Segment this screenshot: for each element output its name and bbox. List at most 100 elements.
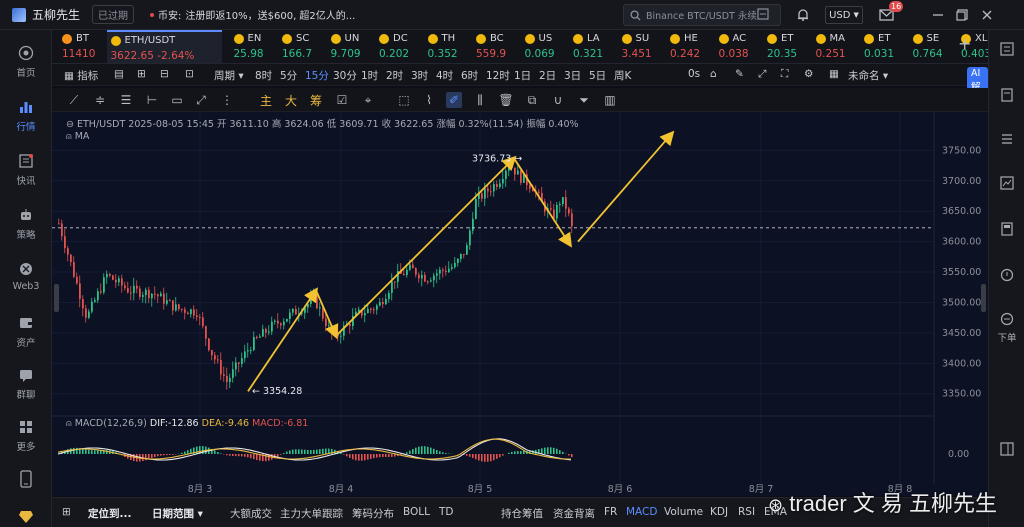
link-icon[interactable]: ⧉: [524, 92, 540, 108]
edit-icon[interactable]: ✎: [735, 68, 744, 80]
bottom-item[interactable]: 资金背离: [553, 506, 595, 521]
right-panel-handle[interactable]: [981, 284, 986, 312]
timeframe-15分[interactable]: 15分: [305, 68, 329, 83]
trend-line-icon[interactable]: ⟋: [66, 92, 82, 108]
ma-legend[interactable]: ⍝ MA: [66, 131, 89, 142]
gem-button[interactable]: [0, 508, 52, 527]
ray-icon[interactable]: ⤢: [193, 92, 209, 108]
news-ticker[interactable]: 币安: 注册即返10%，送$600, 超2亿人的...: [150, 7, 355, 22]
quote-item[interactable]: HE 0.242: [670, 30, 714, 63]
phone-button[interactable]: [0, 470, 52, 491]
indicator-button[interactable]: ▦ 指标: [64, 68, 98, 83]
quote-item[interactable]: EN 25.98: [233, 30, 278, 63]
nav-news[interactable]: 快讯: [0, 152, 52, 187]
ruler-icon[interactable]: ⌇: [421, 92, 437, 108]
quote-item[interactable]: SE 0.764: [912, 30, 957, 63]
magnet-icon[interactable]: ∪: [550, 92, 566, 108]
check-icon[interactable]: ☑: [334, 92, 350, 108]
quote-item[interactable]: ET 20.35: [767, 30, 811, 63]
more-tools-icon[interactable]: ⋮: [219, 92, 235, 108]
timeframe-3日[interactable]: 3日: [564, 68, 581, 83]
quote-item[interactable]: UN 9.709: [330, 30, 375, 63]
quote-item[interactable]: DC 0.202: [379, 30, 423, 63]
timeframe-30分[interactable]: 30分: [333, 68, 357, 83]
maximize-icon[interactable]: [953, 6, 971, 24]
timeframe-8时[interactable]: 8时: [255, 68, 272, 83]
quote-item[interactable]: MA 0.251: [815, 30, 860, 63]
chart-area[interactable]: 3750.00 3700.00 3650.00 3600.00 3550.00 3500.…: [52, 112, 988, 496]
filter-icon[interactable]: ⏷: [576, 92, 592, 108]
price-chart[interactable]: 3750.00 3700.00 3650.00 3600.00 3550.00 3500.…: [52, 112, 988, 496]
quote-item[interactable]: SC 166.7: [282, 30, 326, 63]
bottom-item[interactable]: RSI: [738, 506, 755, 518]
bottom-item[interactable]: BOLL: [403, 506, 430, 518]
bottom-item[interactable]: 主力大单跟踪: [280, 506, 343, 521]
expired-badge[interactable]: 已过期: [92, 5, 135, 24]
bottom-item[interactable]: KDJ: [710, 506, 728, 518]
expand-icon[interactable]: ⤢: [758, 68, 766, 81]
layout-grid-icon[interactable]: ▦: [829, 68, 839, 80]
big-order-button[interactable]: 大: [283, 92, 299, 108]
timeframe-周K[interactable]: 周K: [614, 68, 631, 83]
settings-icon[interactable]: ⚙: [804, 68, 813, 80]
camera-icon[interactable]: ⌂: [710, 68, 717, 80]
quote-item[interactable]: ETH/USDT 3622.65 -2.64%: [106, 30, 222, 63]
delete-icon[interactable]: 🗑: [498, 92, 514, 108]
nav-strategy[interactable]: 策略: [0, 206, 52, 241]
nav-assets[interactable]: 资产: [0, 314, 52, 349]
list-icon[interactable]: [998, 130, 1016, 148]
timeframe-1时[interactable]: 1时: [361, 68, 378, 83]
quote-item[interactable]: TH 0.352: [427, 30, 472, 63]
left-panel-handle[interactable]: [54, 284, 59, 312]
nav-web3[interactable]: Web3: [0, 260, 52, 292]
pen-icon[interactable]: ✐: [446, 92, 462, 108]
quote-item[interactable]: BC 559.9: [476, 30, 520, 63]
alert-icon[interactable]: [998, 266, 1016, 284]
timeframe-12时[interactable]: 12时: [486, 68, 510, 83]
fullscreen-icon[interactable]: ⛶: [781, 68, 788, 81]
bottom-item[interactable]: TD: [439, 506, 454, 518]
timeframe-2日[interactable]: 2日: [539, 68, 556, 83]
rectangle-icon[interactable]: ▭: [169, 92, 185, 108]
scan-icon[interactable]: [757, 8, 774, 23]
nav-market[interactable]: 行情: [0, 98, 52, 133]
horizontal-ray-icon[interactable]: ≑: [92, 92, 108, 108]
bottom-item[interactable]: FR: [604, 506, 617, 518]
timeframe-5日[interactable]: 5日: [589, 68, 606, 83]
horizontal-line-icon[interactable]: ⊢: [144, 92, 160, 108]
timeframe-1日[interactable]: 1日: [514, 68, 531, 83]
order-icon[interactable]: [998, 310, 1016, 328]
compare-icon[interactable]: ⊟: [160, 68, 169, 80]
add-quote-button[interactable]: +: [958, 34, 971, 53]
candles-icon[interactable]: ⫼: [472, 92, 488, 108]
parallel-lines-icon[interactable]: ☰: [118, 92, 134, 108]
nav-home[interactable]: 首页: [0, 44, 52, 79]
bottom-item[interactable]: MACD: [626, 506, 657, 518]
compare2-icon[interactable]: ⊡: [185, 68, 194, 80]
stats-icon[interactable]: [998, 174, 1016, 192]
close-icon[interactable]: [978, 6, 996, 24]
timeframe-5分[interactable]: 5分: [280, 68, 297, 83]
watchlist-icon[interactable]: [998, 40, 1016, 58]
macd-legend[interactable]: ⍝ MACD(12,26,9) DIF:-12.86 DEA:-9.46 MAC…: [66, 418, 308, 429]
quote-item[interactable]: ET 0.031: [864, 30, 908, 63]
quote-item[interactable]: LA 0.321: [573, 30, 617, 63]
trash-icon[interactable]: ▥: [602, 92, 618, 108]
bottom-item[interactable]: Volume: [664, 506, 703, 518]
layout-select[interactable]: 未命名 ▾: [848, 68, 888, 83]
period-select[interactable]: 周期 ▾: [214, 68, 244, 83]
timeframe-6时[interactable]: 6时: [461, 68, 478, 83]
timeframe-2时[interactable]: 2时: [386, 68, 403, 83]
quote-item[interactable]: SU 3.451: [621, 30, 666, 63]
timeframe-3时[interactable]: 3时: [411, 68, 428, 83]
timeframe-4时[interactable]: 4时: [436, 68, 453, 83]
quote-item[interactable]: US 0.069: [524, 30, 569, 63]
cursor-icon[interactable]: ⌖: [360, 92, 376, 108]
zero-s-toggle[interactable]: 0s: [688, 68, 700, 80]
bottom-item[interactable]: 日期范围 ▾: [152, 506, 203, 521]
quote-item[interactable]: BT 11410: [62, 30, 106, 63]
bottom-item[interactable]: 筹码分布: [352, 506, 394, 521]
bottom-grid-icon[interactable]: ⊞: [62, 506, 71, 518]
quote-item[interactable]: AC 0.038: [718, 30, 763, 63]
select-icon[interactable]: ⬚: [396, 92, 412, 108]
